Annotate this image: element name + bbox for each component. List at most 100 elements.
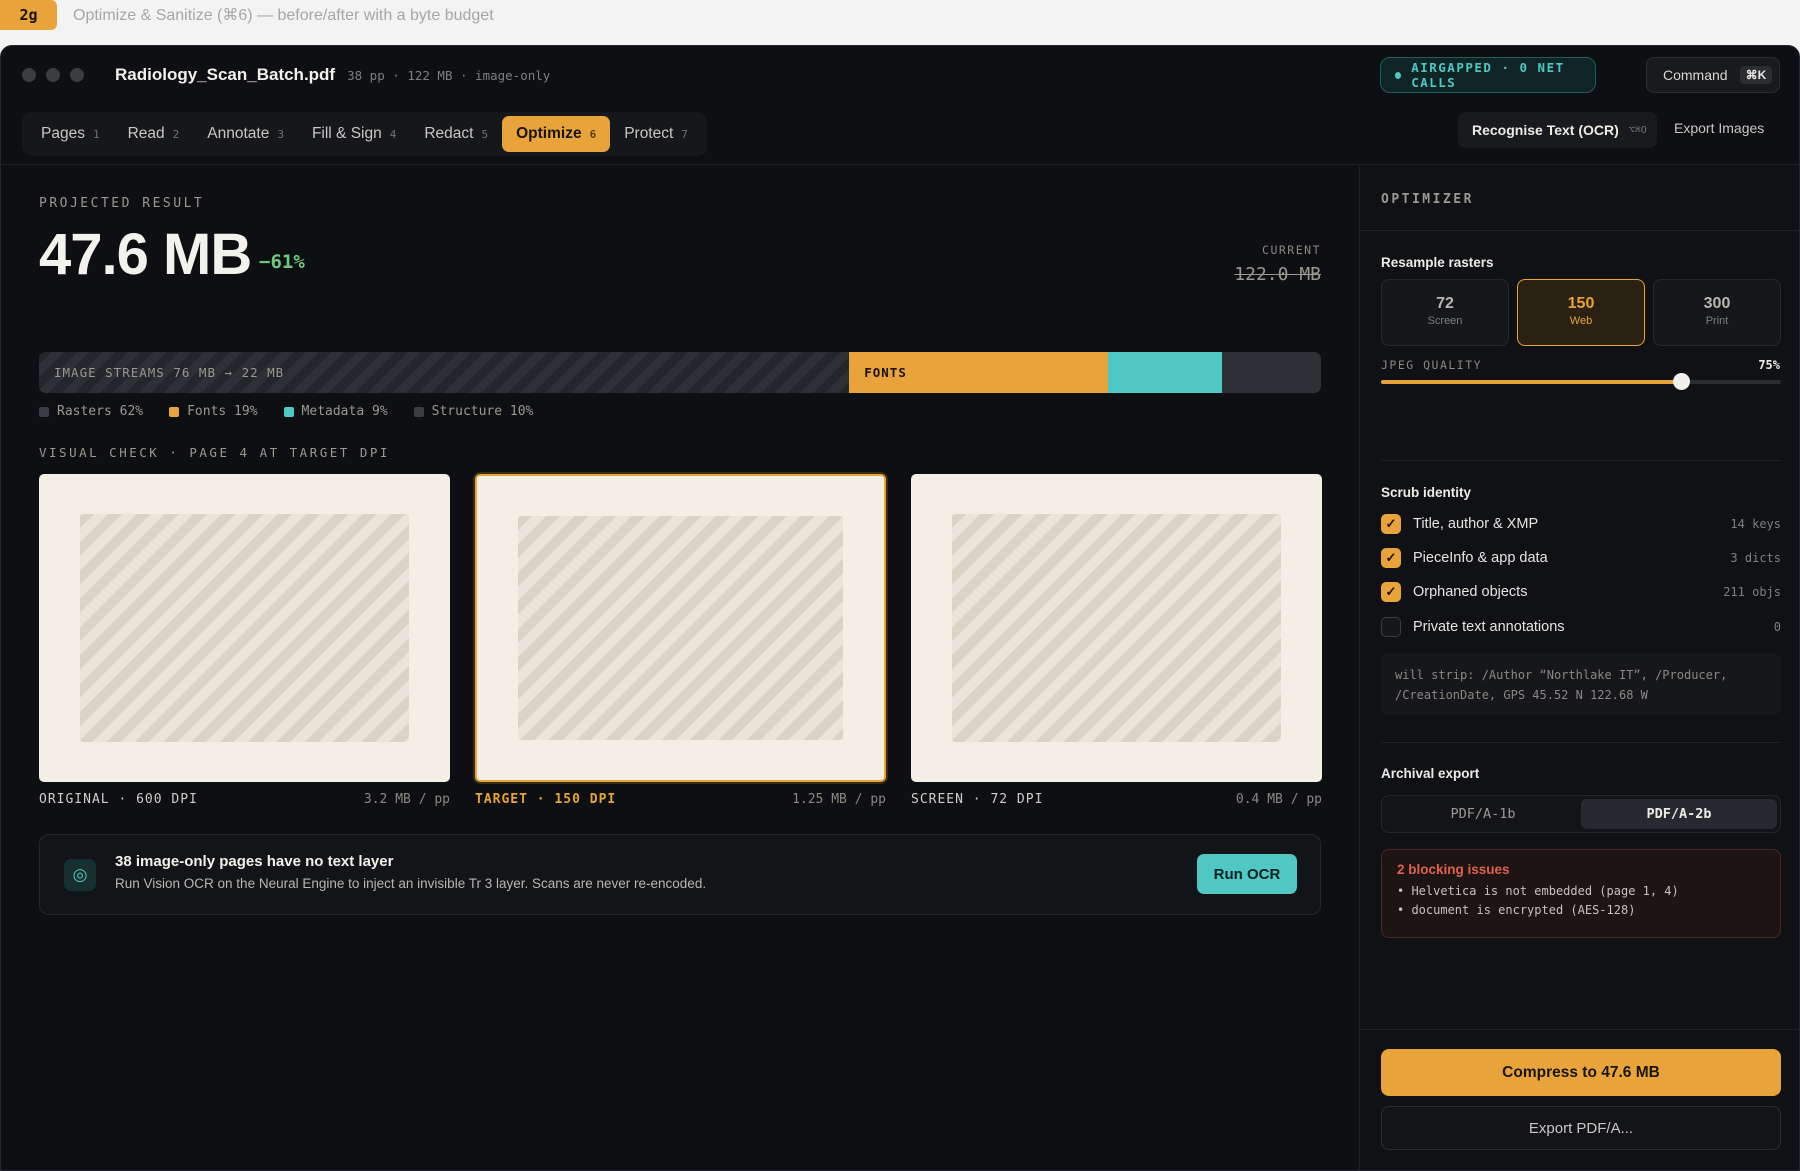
divider [1360,1029,1799,1030]
ocr-notice: ◎ 38 image-only pages have no text layer… [39,834,1321,915]
tab-label: Optimize [516,125,582,142]
tab-shortcut-number: 3 [277,127,284,141]
legend-swatch [39,406,49,417]
checkbox-checked-icon[interactable]: ✓ [1381,514,1401,534]
preview-original[interactable] [39,474,450,782]
page-preview-image [80,514,409,742]
checkbox-checked-icon[interactable]: ✓ [1381,548,1401,568]
scrub-identity-label: Scrub identity [1381,485,1472,500]
dpi-option-300[interactable]: 300 Print [1653,279,1781,346]
tab-protect[interactable]: Protect 7 [610,116,702,152]
scrub-item-meta: 0 [1773,620,1781,634]
preview-label-screen: SCREEN · 72 DPI [911,792,1044,807]
tab-pages[interactable]: Pages 1 [27,116,114,152]
pdfa-2b-option[interactable]: PDF/A-2b [1581,799,1777,829]
strip-preview: will strip: /Author “Northlake IT”, /Pro… [1381,653,1781,715]
command-label: Command [1663,67,1728,83]
slider-thumb[interactable] [1673,373,1690,390]
divider [1360,230,1799,231]
caption-text: Optimize & Sanitize (⌘6) — before/after … [73,7,494,24]
pdfa-1b-option[interactable]: PDF/A-1b [1385,799,1581,829]
preview-size-screen: 0.4 MB / pp [1235,792,1322,807]
dpi-label: Screen [1427,315,1463,327]
dpi-value: 300 [1703,295,1731,312]
legend-item-rasters: Rasters 62% [39,404,143,419]
command-shortcut: ⌘K [1739,66,1773,84]
scrub-item-label: Title, author & XMP [1413,516,1539,532]
legend-label: Rasters 62% [57,404,144,419]
bar-segment-structure [1222,352,1321,393]
legend-label: Fonts 19% [187,404,258,419]
title-bar: Radiology_Scan_Batch.pdf 38 pp · 122 MB … [1,46,1799,104]
tab-label: Annotate [207,125,270,142]
zoom-window-button[interactable] [70,68,84,82]
preview-target[interactable] [475,474,886,782]
preview-screen[interactable] [911,474,1322,782]
status-dot-icon [1395,71,1402,79]
export-images-button[interactable]: Export Images [1674,120,1764,136]
legend-item-structure: Structure 10% [413,404,533,419]
scrub-item-pieceinfo[interactable]: ✓ PieceInfo & app data 3 dicts [1381,547,1781,569]
preview-size-target: 1.25 MB / pp [792,792,886,807]
issues-title: 2 blocking issues [1397,862,1510,877]
scrub-item-private-annotations[interactable]: Private text annotations 0 [1381,616,1781,638]
ocr-notice-title: 38 image-only pages have no text layer [115,853,394,870]
tab-optimize[interactable]: Optimize 6 [502,116,611,152]
mode-tabs: Pages 1 Read 2 Annotate 3 Fill & Sign 4 Redact 5 O… [22,112,707,156]
scrub-item-orphaned[interactable]: ✓ Orphaned objects 211 objs [1381,581,1781,603]
legend-label: Metadata 9% [301,404,388,419]
minimize-window-button[interactable] [46,68,60,82]
scrub-item-label: Private text annotations [1413,619,1565,635]
dpi-option-150[interactable]: 150 Web [1517,279,1645,346]
projected-result-label: PROJECTED RESULT [39,196,205,211]
dpi-label: Web [1569,315,1593,327]
tab-read[interactable]: Read 2 [114,116,194,152]
breakdown-legend: Rasters 62% Fonts 19% Metadata 9% Struct… [39,404,533,419]
tab-label: Fill & Sign [311,125,382,142]
run-ocr-button[interactable]: Run OCR [1197,854,1297,894]
legend-swatch [413,406,424,417]
checkbox-checked-icon[interactable]: ✓ [1381,582,1401,602]
tab-redact[interactable]: Redact 5 [410,116,502,152]
document-meta: 38 pp · 122 MB · image-only [347,67,551,83]
ocr-button-label: Recognise Text (OCR) [1472,122,1619,138]
scrub-item-title-author[interactable]: ✓ Title, author & XMP 14 keys [1381,513,1781,535]
tab-shortcut-number: 1 [92,127,100,141]
tab-fill-sign[interactable]: Fill & Sign 4 [298,116,410,152]
command-palette-button[interactable]: Command ⌘K [1646,57,1780,93]
slider-fill [1381,380,1681,384]
close-window-button[interactable] [22,68,36,82]
dpi-value: 150 [1567,295,1595,312]
dpi-option-72[interactable]: 72 Screen [1381,279,1509,346]
page-preview-image [952,514,1281,742]
checkbox-unchecked-icon[interactable] [1381,617,1401,637]
export-pdfa-button[interactable]: Export PDF/A... [1381,1106,1781,1150]
tab-label: Pages [41,125,85,142]
screenshot-caption: 2g Optimize & Sanitize (⌘6) — before/aft… [0,0,494,30]
tab-annotate[interactable]: Annotate 3 [193,116,298,152]
net-status-text: AIRGAPPED · 0 NET CALLS [1411,60,1565,90]
size-delta: −61% [259,251,305,273]
toolbar: Pages 1 Read 2 Annotate 3 Fill & Sign 4 Redact 5 O… [1,104,1799,165]
page-preview-image [518,516,843,740]
pdfa-segmented-control: PDF/A-1b PDF/A-2b [1381,795,1781,833]
preview-label-original: ORIGINAL · 600 DPI [39,792,198,807]
preview-label-target: TARGET · 150 DPI [475,792,617,807]
divider [1381,460,1781,461]
tab-label: Read [127,125,165,142]
divider [1381,742,1781,743]
jpeg-quality-slider[interactable] [1381,373,1781,390]
visual-check-label: VISUAL CHECK · PAGE 4 AT TARGET DPI [39,445,390,460]
jpeg-quality-value: 75% [1758,358,1780,372]
scrub-item-label: PieceInfo & app data [1413,550,1548,566]
scrub-item-meta: 3 dicts [1730,551,1781,565]
bar-segment-fonts: FONTS [849,352,1109,393]
compress-button[interactable]: Compress to 47.6 MB [1381,1049,1781,1096]
issue-item: • Helvetica is not embedded (page 1, 4) [1397,884,1679,898]
legend-item-metadata: Metadata 9% [283,404,388,419]
tab-label: Protect [624,125,674,142]
tab-shortcut-number: 7 [681,127,688,141]
legend-swatch [283,406,294,417]
recognise-text-button[interactable]: Recognise Text (OCR) ⌥⌘O [1458,112,1657,148]
optimizer-heading: OPTIMIZER [1381,192,1474,207]
